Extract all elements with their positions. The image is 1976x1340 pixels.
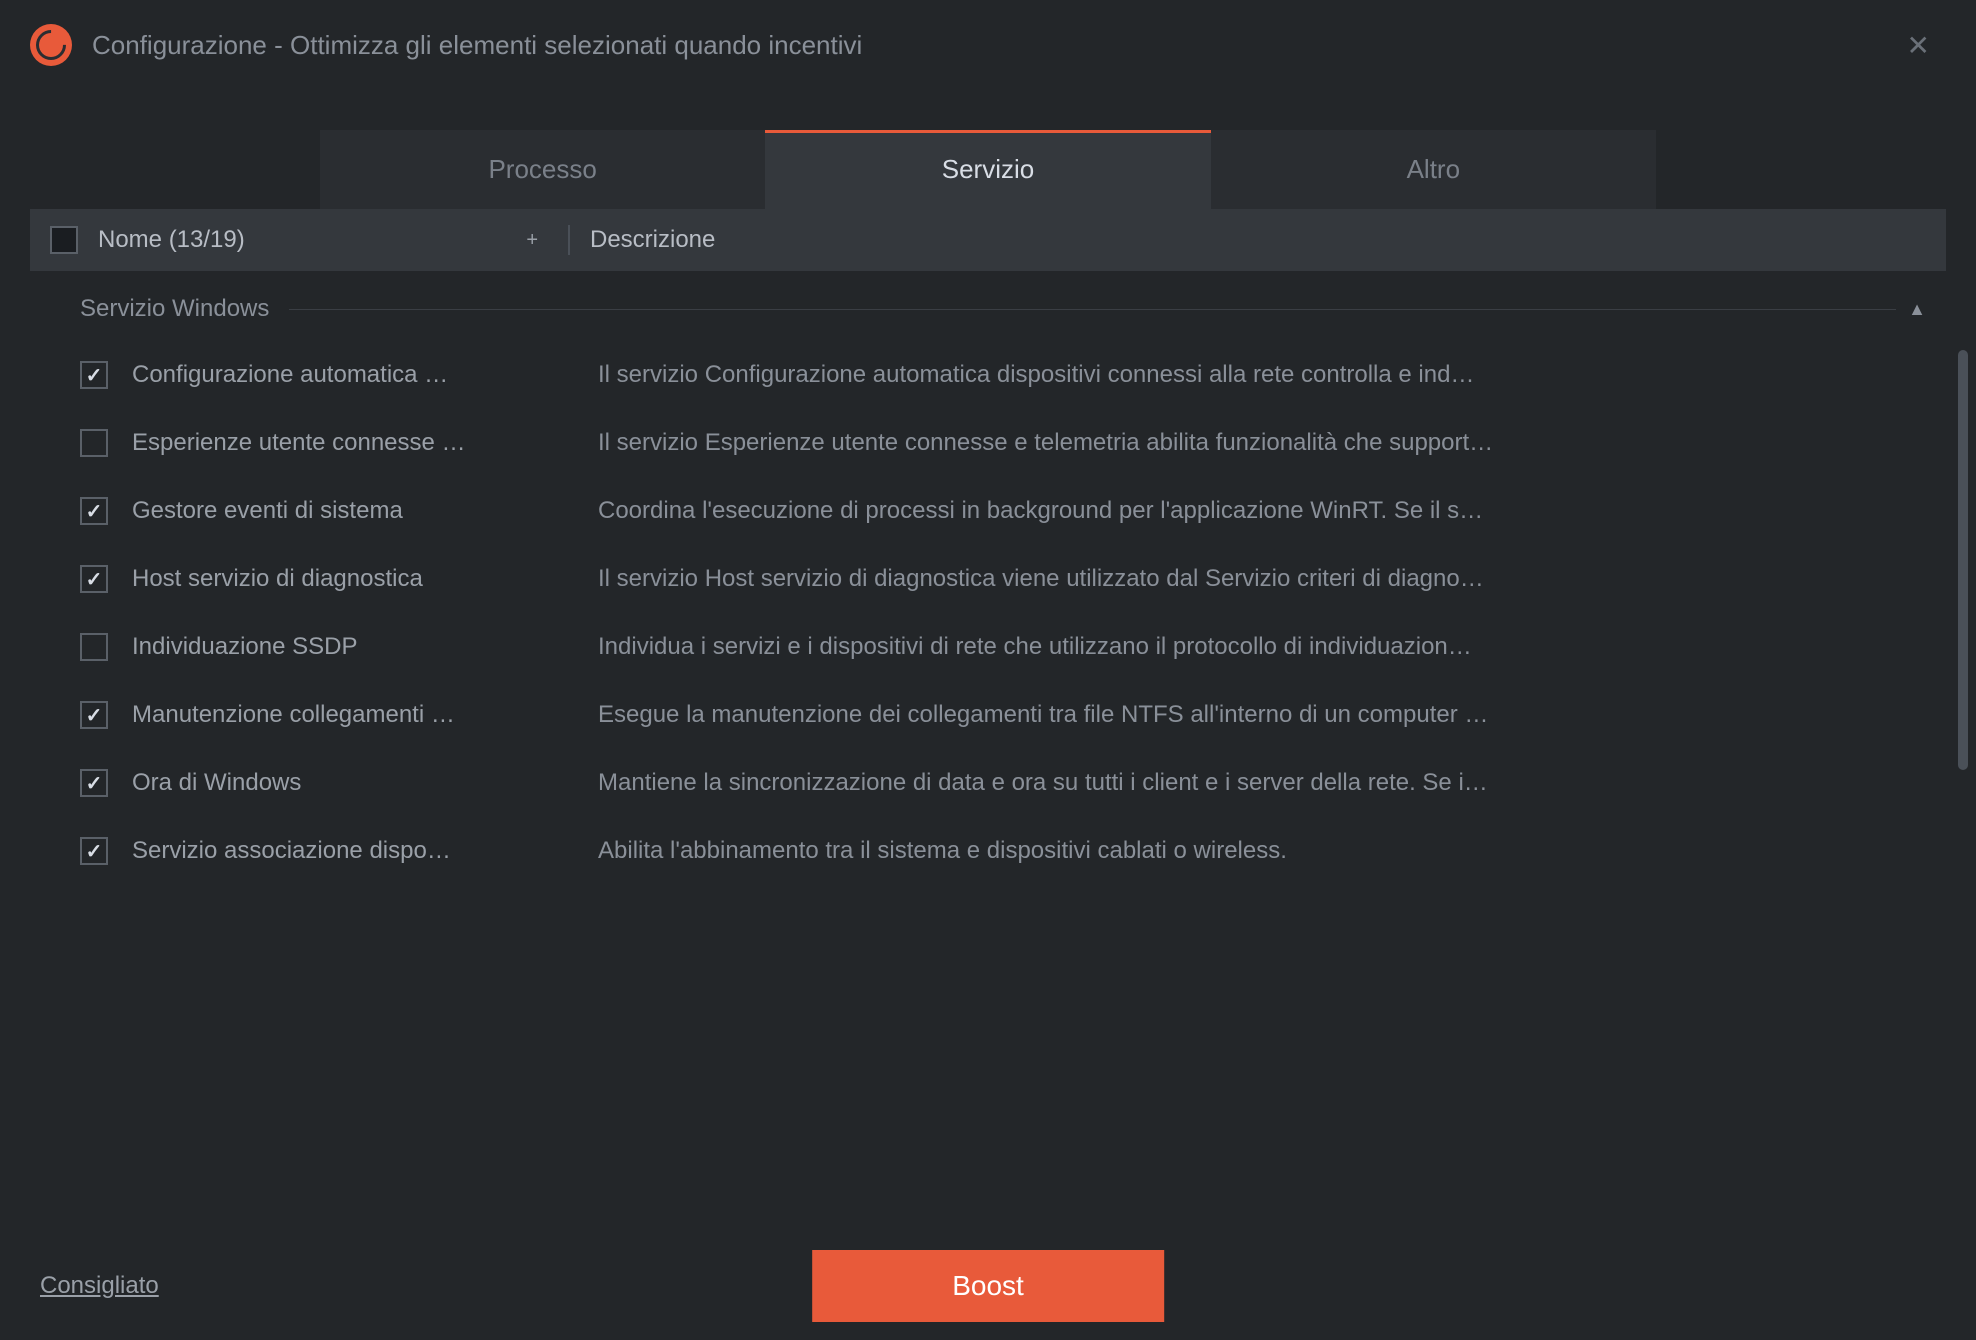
boost-button[interactable]: Boost xyxy=(812,1250,1164,1322)
column-header-desc[interactable]: Descrizione xyxy=(590,226,1926,254)
row-description: Abilita l'abbinamento tra il sistema e d… xyxy=(598,837,1926,865)
row-name: Host servizio di diagnostica xyxy=(132,565,598,593)
column-header-name[interactable]: Nome (13/19) + xyxy=(98,226,568,254)
row-name: Manutenzione collegamenti … xyxy=(132,701,598,729)
row-name: Individuazione SSDP xyxy=(132,633,598,661)
sort-indicator-icon: + xyxy=(526,229,538,252)
tab-altro[interactable]: Altro xyxy=(1211,130,1656,209)
row-checkbox[interactable] xyxy=(80,837,108,865)
row-description: Individua i servizi e i dispositivi di r… xyxy=(598,633,1926,661)
group-title: Servizio Windows xyxy=(80,295,269,323)
row-name: Configurazione automatica … xyxy=(132,361,598,389)
scrollbar-thumb[interactable] xyxy=(1958,350,1968,770)
row-checkbox[interactable] xyxy=(80,497,108,525)
name-header-label: Nome (13/19) xyxy=(98,226,245,254)
footer: Consigliato Boost xyxy=(0,1242,1976,1340)
row-name: Gestore eventi di sistema xyxy=(132,497,598,525)
row-checkbox[interactable] xyxy=(80,429,108,457)
row-description: Esegue la manutenzione dei collegamenti … xyxy=(598,701,1926,729)
table-body: Servizio Windows ▲ Configurazione automa… xyxy=(30,271,1946,1242)
group-header[interactable]: Servizio Windows ▲ xyxy=(50,271,1926,341)
table-row[interactable]: Individuazione SSDPIndividua i servizi e… xyxy=(50,613,1926,681)
column-divider xyxy=(568,225,570,255)
recommended-link[interactable]: Consigliato xyxy=(40,1272,159,1300)
content-area: Processo Servizio Altro Nome (13/19) + D… xyxy=(0,90,1976,1242)
row-checkbox[interactable] xyxy=(80,769,108,797)
close-icon[interactable]: ✕ xyxy=(1891,21,1946,70)
table-header: Nome (13/19) + Descrizione xyxy=(30,209,1946,271)
tab-processo[interactable]: Processo xyxy=(320,130,765,209)
table-row[interactable]: Manutenzione collegamenti …Esegue la man… xyxy=(50,681,1926,749)
row-description: Il servizio Esperienze utente connesse e… xyxy=(598,429,1926,457)
row-name: Esperienze utente connesse … xyxy=(132,429,598,457)
table-row[interactable]: Gestore eventi di sistemaCoordina l'esec… xyxy=(50,477,1926,545)
config-window: Configurazione - Ottimizza gli elementi … xyxy=(0,0,1976,1340)
select-all-checkbox[interactable] xyxy=(50,226,78,254)
row-description: Mantiene la sincronizzazione di data e o… xyxy=(598,769,1926,797)
chevron-up-icon[interactable]: ▲ xyxy=(1908,299,1926,320)
row-checkbox[interactable] xyxy=(80,633,108,661)
row-checkbox[interactable] xyxy=(80,701,108,729)
row-checkbox[interactable] xyxy=(80,565,108,593)
row-name: Servizio associazione dispo… xyxy=(132,837,598,865)
tab-servizio[interactable]: Servizio xyxy=(765,130,1210,209)
table-row[interactable]: Ora di WindowsMantiene la sincronizzazio… xyxy=(50,749,1926,817)
app-icon xyxy=(30,24,72,66)
row-name: Ora di Windows xyxy=(132,769,598,797)
table-row[interactable]: Configurazione automatica …Il servizio C… xyxy=(50,341,1926,409)
window-title: Configurazione - Ottimizza gli elementi … xyxy=(92,30,1891,61)
row-checkbox[interactable] xyxy=(80,361,108,389)
table-row[interactable]: Servizio associazione dispo…Abilita l'ab… xyxy=(50,817,1926,885)
row-description: Il servizio Configurazione automatica di… xyxy=(598,361,1926,389)
titlebar: Configurazione - Ottimizza gli elementi … xyxy=(0,0,1976,90)
scrollbar-track[interactable] xyxy=(1958,280,1968,1190)
table-row[interactable]: Esperienze utente connesse …Il servizio … xyxy=(50,409,1926,477)
row-description: Coordina l'esecuzione di processi in bac… xyxy=(598,497,1926,525)
tab-bar: Processo Servizio Altro xyxy=(320,130,1656,209)
group-divider-line xyxy=(289,309,1896,310)
row-description: Il servizio Host servizio di diagnostica… xyxy=(598,565,1926,593)
table-row[interactable]: Host servizio di diagnosticaIl servizio … xyxy=(50,545,1926,613)
